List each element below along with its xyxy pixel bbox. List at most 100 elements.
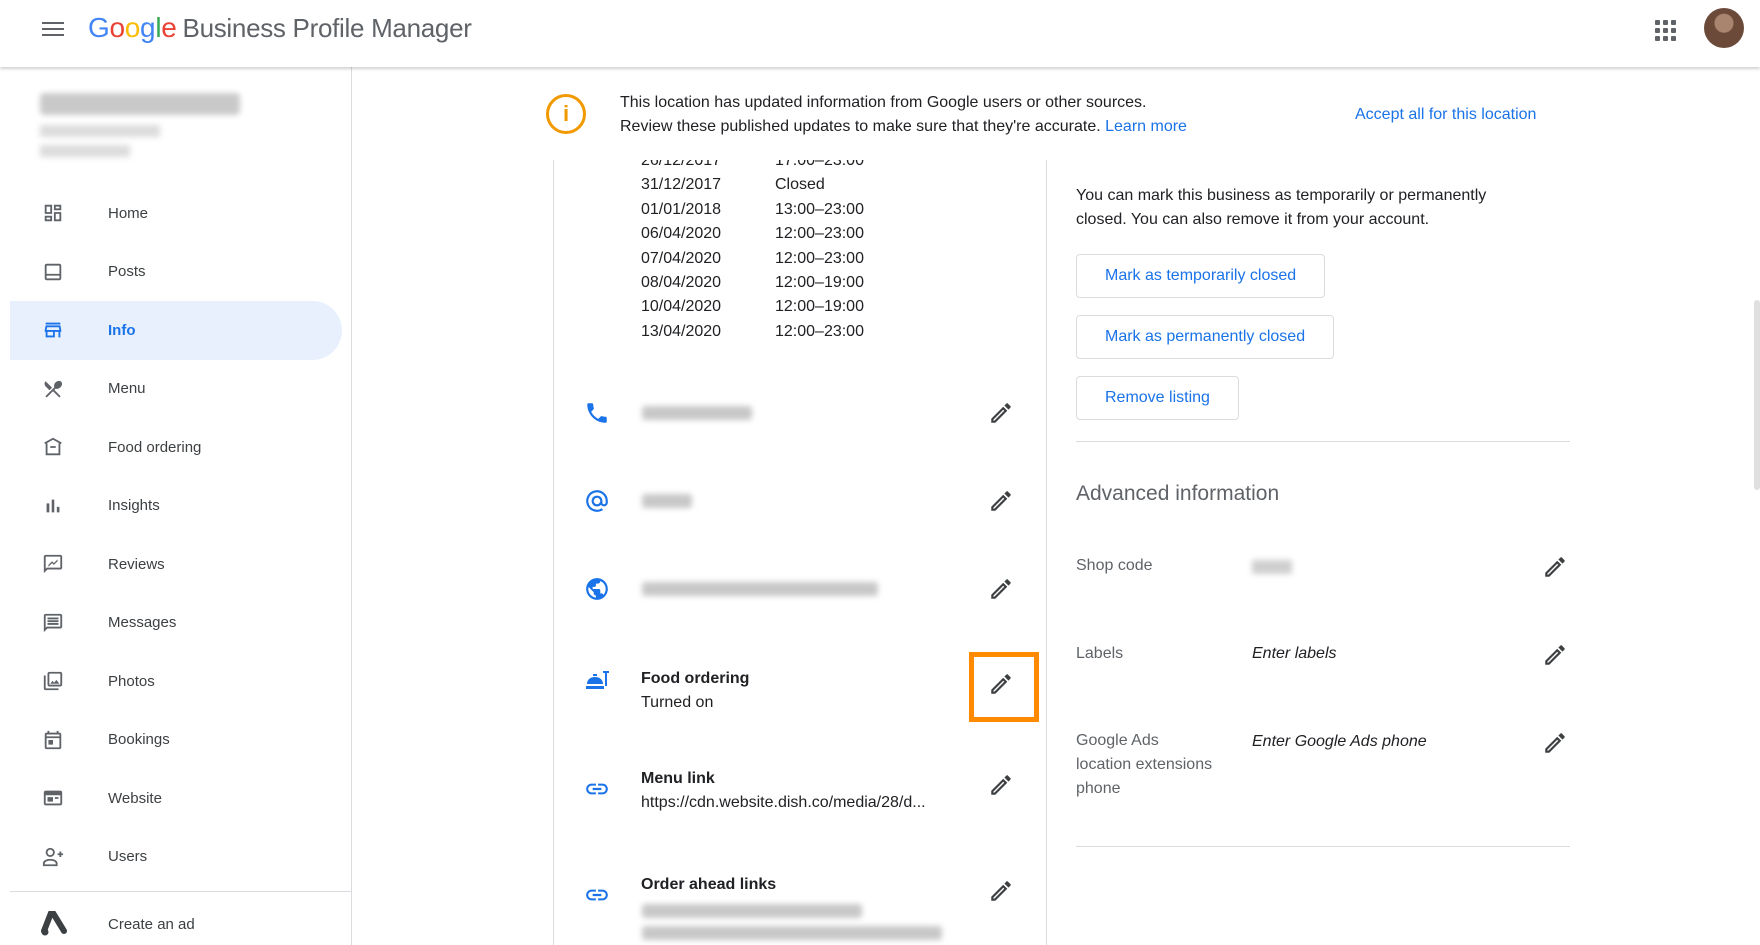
sidebar-item-reviews[interactable]: Reviews [10,535,352,594]
accept-all-link[interactable]: Accept all for this location [1355,106,1536,124]
learn-more-link[interactable]: Learn more [1105,118,1187,135]
sidebar-item-insights[interactable]: Insights [10,477,352,536]
sidebar-item-info[interactable]: Info [10,301,342,360]
menu-link-url: https://cdn.website.dish.co/media/28/d..… [641,794,926,811]
hours-date: 31/12/2017 [641,176,722,194]
sidebar-item-label: Info [108,321,136,339]
sidebar-item-users[interactable]: Users [10,828,352,887]
sidebar-item-label: Photos [108,672,155,690]
info-card: 26/12/2017 17:00–23:00 31/12/2017 Closed 0… [553,160,1047,945]
remove-listing-button[interactable]: Remove listing [1076,376,1239,420]
create-ad-link[interactable]: Create an ad [10,904,352,944]
sidebar-item-menu[interactable]: Menu [10,360,352,419]
hours-time: 12:00–23:00 [775,322,864,340]
sidebar-item-label: Messages [108,614,177,632]
edit-website-pencil-icon[interactable] [988,576,1016,604]
advanced-info-heading: Advanced information [1076,482,1280,505]
edit-email-pencil-icon[interactable] [988,488,1016,516]
link-icon [584,882,610,908]
hours-date: 01/01/2018 [641,200,722,218]
sidebar-item-messages[interactable]: Messages [10,594,352,653]
business-address-redacted [40,125,160,137]
hours-date: 08/04/2020 [641,273,722,291]
phone-icon [584,400,610,426]
hours-time: 13:00–23:00 [775,200,864,218]
create-ad-label: Create an ad [108,915,195,933]
apps-grid-icon[interactable] [1654,19,1678,43]
hours-time: 12:00–23:00 [775,225,864,243]
top-app-bar: Google Business Profile Manager [0,0,1760,67]
sidebar-item-posts[interactable]: Posts [10,243,352,302]
reviews-icon [40,551,66,577]
sidebar-item-label: Food ordering [108,438,202,456]
edit-labels-pencil-icon[interactable] [1542,642,1570,670]
sidebar-item-bookings[interactable]: Bookings [10,711,352,770]
edit-food-ordering-pencil-icon[interactable] [988,671,1016,699]
sidebar: Home Posts Info Menu Food ordering Insig… [10,67,352,945]
sidebar-item-home[interactable]: Home [10,184,352,243]
banner-message-line1: This location has updated information fr… [620,94,1147,111]
sidebar-item-label: Website [108,789,162,807]
hours-date: 26/12/2017 [641,160,722,169]
google-ads-phone-label: Google Ads location extensions phone [1076,732,1213,797]
sidebar-item-label: Users [108,848,148,866]
edit-phone-pencil-icon[interactable] [988,400,1016,428]
banner-message-line2: Review these published updates to make s… [620,118,1187,136]
logo-letter: g [140,12,156,43]
sidebar-item-food-ordering[interactable]: Food ordering [10,418,352,477]
product-logo[interactable]: Google Business Profile Manager [88,12,472,44]
logo-letter: o [109,12,125,43]
website-icon [40,785,66,811]
order-ahead-url-redacted [642,926,942,940]
sidebar-divider [10,891,352,892]
food-ordering-icon [584,668,610,694]
logo-letter: o [124,12,141,43]
shop-code-label: Shop code [1076,557,1153,574]
phone-row [554,400,1046,460]
edit-shop-code-pencil-icon[interactable] [1542,554,1570,582]
message-icon [40,610,66,636]
bar-chart-icon [40,493,66,519]
sidebar-item-label: Posts [108,263,146,281]
section-divider [1076,441,1570,442]
sidebar-item-label: Home [108,204,149,222]
order-ahead-row: Order ahead links [554,876,1046,945]
phone-number-redacted [642,406,752,420]
photos-icon [40,668,66,694]
section-divider [1076,846,1570,847]
at-sign-icon [584,488,610,514]
hours-time: 17:00–23:00 [775,160,864,169]
logo-letter: e [161,12,177,43]
logo-letter: G [88,12,110,43]
edit-menu-link-pencil-icon[interactable] [988,772,1016,800]
store-icon [40,317,66,343]
mark-permanently-closed-button[interactable]: Mark as permanently closed [1076,315,1335,359]
shop-code-redacted [1252,560,1292,574]
edit-order-ahead-pencil-icon[interactable] [988,878,1016,906]
menu-icon[interactable] [42,18,66,42]
hours-time: 12:00–19:00 [775,273,864,291]
add-user-icon [40,844,66,870]
website-row [554,576,1046,636]
account-avatar[interactable] [1704,8,1744,48]
mark-temporarily-closed-button[interactable]: Mark as temporarily closed [1076,254,1326,298]
edit-google-ads-phone-pencil-icon[interactable] [1542,730,1570,758]
page-scrollbar[interactable] [1754,300,1760,490]
sidebar-item-website[interactable]: Website [10,769,352,828]
sidebar-item-label: Insights [108,497,160,515]
business-name-redacted [40,93,240,115]
food-ordering-icon [40,434,66,460]
hours-date: 13/04/2020 [641,322,722,340]
hours-date: 10/04/2020 [641,298,722,316]
hours-time: Closed [775,176,825,194]
sidebar-item-photos[interactable]: Photos [10,652,352,711]
menu-link-row: Menu link https://cdn.website.dish.co/me… [554,770,1046,836]
dashboard-icon [40,200,66,226]
info-warning-icon: i [546,94,586,134]
sidebar-nav: Home Posts Info Menu Food ordering Insig… [10,184,352,886]
hours-date: 07/04/2020 [641,249,722,267]
email-redacted [642,494,692,508]
sidebar-item-label: Bookings [108,731,170,749]
sidebar-item-label: Reviews [108,555,165,573]
food-ordering-title: Food ordering [641,670,750,687]
